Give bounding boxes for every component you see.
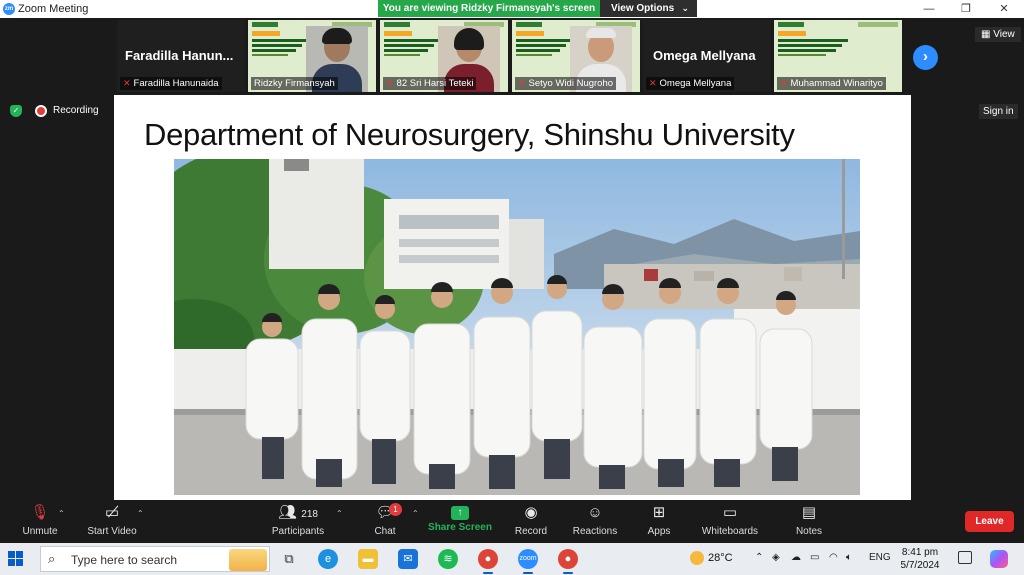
participant-display-name: Omega Mellyana [653,48,756,63]
battery-icon[interactable]: ▭ [810,552,819,563]
sign-in-button[interactable]: Sign in [979,104,1018,119]
minimize-icon[interactable]: — [914,1,944,17]
notes-label: Notes [795,526,823,537]
unmute-button[interactable]: 🎙︎ Unmute [0,500,80,543]
mail-icon[interactable]: ✉ [398,549,418,569]
muted-mic-icon: ✕ [386,78,394,88]
participant-name-tag: ✕ Setyo Widi Nugroho [515,77,617,90]
active-app-indicator [563,572,573,574]
muted-mic-icon: 🎙︎ [30,504,50,521]
participant-name-tag: ✕ Faradilla Hanunaida [120,77,222,90]
participant-display-name: Faradilla Hanun... [125,48,234,63]
meeting-toolbar: 🎙︎ Unmute ⌃ ▭̸ Start Video ⌃ 👥︎ 218 Part… [0,500,1024,543]
cloud-icon[interactable]: ☁ [791,552,801,563]
apps-label: Apps [647,526,671,537]
group-photo [174,159,860,495]
share-screen-button[interactable]: ↑ Share Screen [420,500,500,543]
video-options-chevron-icon[interactable]: ⌃ [137,509,144,518]
temperature: 28°C [708,551,733,564]
muted-mic-icon: ✕ [780,78,788,88]
clock-time: 8:41 pm [901,547,939,558]
start-video-button[interactable]: ▭̸ Start Video [72,500,152,543]
search-placeholder: Type here to search [71,553,178,567]
close-icon[interactable]: ✕ [989,1,1019,17]
audio-options-chevron-icon[interactable]: ⌃ [58,509,65,518]
unmute-label: Unmute [22,526,58,537]
chat-chevron-icon[interactable]: ⌃ [412,509,419,518]
whiteboard-icon: ▭ [722,504,738,521]
participants-count: 218 [301,509,318,520]
view-button[interactable]: ▦ View [975,27,1021,42]
chat-button[interactable]: 💬︎ 1 Chat [345,500,425,543]
active-app-indicator [523,572,533,574]
next-page-arrow-icon[interactable]: › [913,45,938,70]
shared-screen: Department of Neurosurgery, Shinshu Univ… [114,95,911,500]
shield-icon[interactable]: ✓ [10,105,22,117]
participants-label: Participants [271,526,325,537]
start-video-label: Start Video [87,526,137,537]
spotify-icon[interactable]: ≋ [438,549,458,569]
muted-mic-icon: ✕ [518,78,526,88]
chevron-down-icon: ⌄ [681,3,689,13]
share-screen-label: Share Screen [428,522,492,533]
windows-taskbar: ⌕ Type here to search ⧉ e ▬ ✉ ≋ ● zoom ●… [0,543,1024,575]
participants-button[interactable]: 👥︎ 218 Participants [258,500,338,543]
participant-tile[interactable]: Faradilla Hanun... ✕ Faradilla Hanunaida [117,20,245,92]
participant-name-tag: ✕ Muhammad Winarityo [777,77,886,90]
muted-mic-icon: ✕ [649,78,657,88]
view-options-button[interactable]: View Options ⌄ [600,0,697,17]
leave-button[interactable]: Leave [965,511,1014,532]
volume-icon[interactable]: 🔈︎ [846,552,852,563]
apps-button[interactable]: ⊞ Apps [619,500,699,543]
participant-name-tag: Ridzky Firmansyah [251,77,338,90]
zoom-taskbar-icon[interactable]: zoom [518,549,538,569]
participant-tile[interactable]: ✕ 82 Sri Harsi Teteki [380,20,508,92]
whiteboards-label: Whiteboards [701,526,759,537]
chrome-profile-icon[interactable]: ● [558,549,578,569]
participants-chevron-icon[interactable]: ⌃ [336,509,343,518]
chrome-icon[interactable]: ● [478,549,498,569]
recording-icon[interactable] [35,105,47,117]
view-options-label: View Options [611,3,675,14]
recording-label: Recording [53,105,99,116]
sharing-banner: You are viewing Ridzky Firmansyah's scre… [378,0,600,17]
participant-tile[interactable]: ✕ Muhammad Winarityo [774,20,902,92]
participant-tile[interactable]: ✕ Setyo Widi Nugroho [512,20,640,92]
copilot-icon[interactable] [990,550,1008,568]
whiteboards-button[interactable]: ▭ Whiteboards [690,500,770,543]
tray-overflow-chevron-icon[interactable]: ⌃ [755,552,763,563]
participant-name-tag: ✕ Omega Mellyana [646,77,735,90]
muted-mic-icon: ✕ [123,78,131,88]
apps-icon: ⊞ [652,504,666,521]
windows-start-icon[interactable] [8,551,24,567]
active-app-indicator [483,572,493,574]
participants-icon: 👥︎ [278,504,298,521]
participant-name-tag: ✕ 82 Sri Harsi Teteki [383,77,477,90]
search-icon: ⌕ [48,551,56,566]
chat-unread-badge: 1 [389,503,402,516]
task-view-icon[interactable]: ⧉ [279,549,299,569]
wifi-icon[interactable]: ◠ [829,552,838,563]
file-explorer-icon[interactable]: ▬ [358,549,378,569]
participant-tile[interactable]: Ridzky Firmansyah [248,20,376,92]
notification-icon[interactable] [958,551,972,564]
weather-sun-icon [690,551,704,565]
input-language[interactable]: ENG [869,552,891,563]
search-highlight-image [229,549,267,571]
participant-tile[interactable]: Omega Mellyana ✕ Omega Mellyana [643,20,771,92]
weather-widget[interactable]: 28°C [690,551,733,565]
taskbar-clock[interactable]: 8:41 pm 5/7/2024 [896,546,944,572]
tray-app-icon[interactable]: ◈ [772,552,780,563]
notes-button[interactable]: ▤ Notes [769,500,849,543]
chat-label: Chat [374,526,396,537]
edge-icon[interactable]: e [318,549,338,569]
slide-title: Department of Neurosurgery, Shinshu Univ… [144,117,795,152]
restore-icon[interactable]: ❐ [951,1,981,17]
window-title: Zoom Meeting [18,3,89,15]
taskbar-search-box[interactable]: ⌕ Type here to search [40,546,270,572]
clock-date: 5/7/2024 [900,560,940,571]
zoom-logo-icon: zm [3,3,15,15]
notes-icon: ▤ [801,504,817,521]
share-screen-icon: ↑ [451,506,469,520]
